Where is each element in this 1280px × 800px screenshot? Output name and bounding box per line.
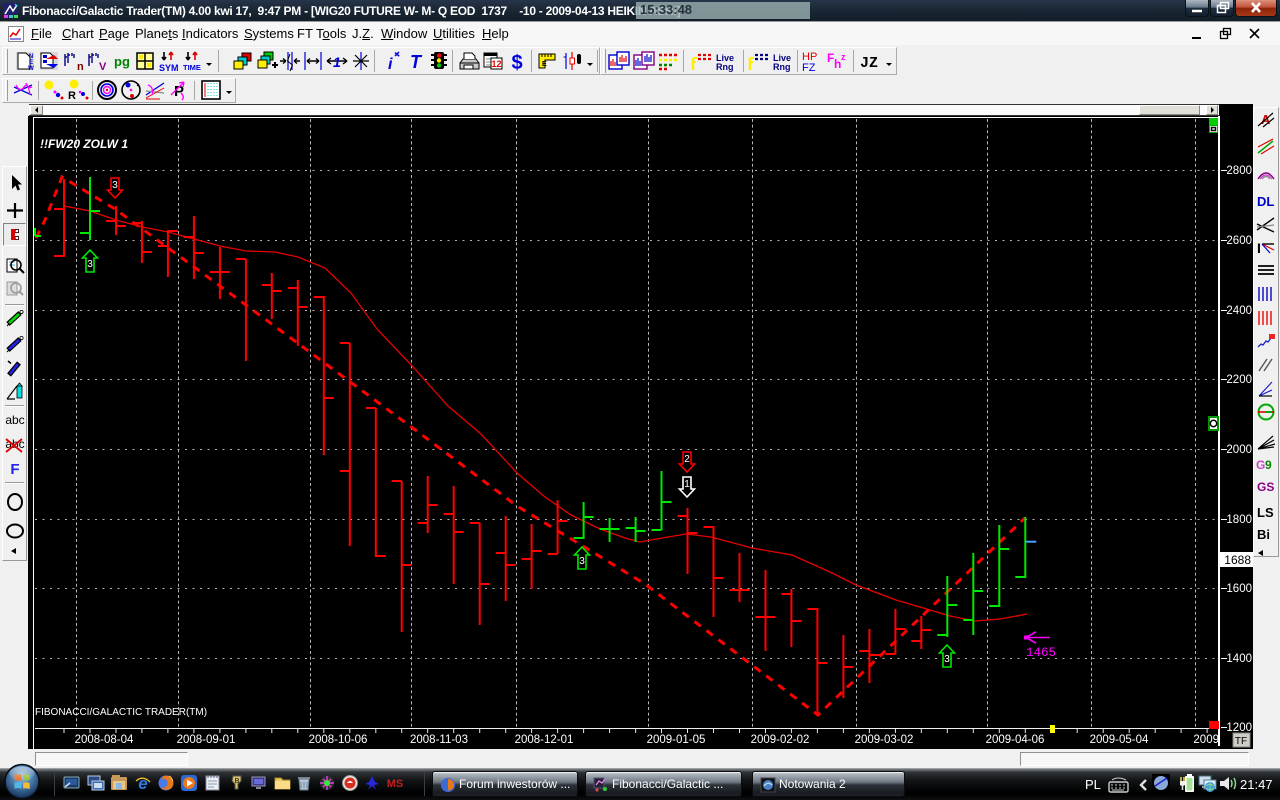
svg-text:2400: 2400 — [1226, 305, 1252, 317]
svg-text:2600: 2600 — [1226, 235, 1252, 247]
svg-text:3: 3 — [87, 259, 93, 270]
svg-text:2009-05-04: 2009-05-04 — [1090, 734, 1149, 746]
svg-text:2: 2 — [684, 454, 690, 465]
svg-text:1600: 1600 — [1226, 583, 1252, 595]
svg-text:!!FW20 ZOLW 1: !!FW20 ZOLW 1 — [40, 137, 128, 151]
svg-text:1: 1 — [684, 479, 690, 490]
svg-text:3: 3 — [112, 180, 118, 191]
svg-text:2200: 2200 — [1226, 374, 1252, 386]
svg-text:TF: TF — [1235, 736, 1247, 747]
svg-text:2008-12-01: 2008-12-01 — [515, 734, 574, 746]
svg-text:3: 3 — [944, 654, 950, 665]
svg-text:1800: 1800 — [1226, 514, 1252, 526]
svg-text:2008-10-06: 2008-10-06 — [309, 734, 368, 746]
svg-text:1688: 1688 — [1224, 553, 1251, 567]
svg-text:2800: 2800 — [1226, 165, 1252, 177]
svg-text:MS: MS — [387, 778, 404, 790]
svg-text:3: 3 — [579, 556, 585, 567]
svg-text:2009: 2009 — [1193, 734, 1219, 746]
svg-text:2008-08-04: 2008-08-04 — [75, 734, 134, 746]
svg-text:B: B — [235, 778, 240, 785]
svg-text:2009-02-02: 2009-02-02 — [751, 734, 810, 746]
svg-text:1200: 1200 — [1226, 722, 1252, 734]
svg-text:2008-11-03: 2008-11-03 — [410, 734, 468, 746]
svg-text:e: e — [138, 774, 147, 792]
svg-text:2008-09-01: 2008-09-01 — [177, 734, 236, 746]
svg-text:2009-01-05: 2009-01-05 — [647, 734, 706, 746]
svg-text:2009-03-02: 2009-03-02 — [855, 734, 914, 746]
svg-text:1465: 1465 — [1026, 646, 1056, 660]
svg-text:1400: 1400 — [1226, 653, 1252, 665]
svg-text:FIBONACCI/GALACTIC TRADER(TM): FIBONACCI/GALACTIC TRADER(TM) — [35, 707, 207, 718]
svg-text:2000: 2000 — [1226, 444, 1252, 456]
svg-text:2009-04-06: 2009-04-06 — [986, 734, 1045, 746]
